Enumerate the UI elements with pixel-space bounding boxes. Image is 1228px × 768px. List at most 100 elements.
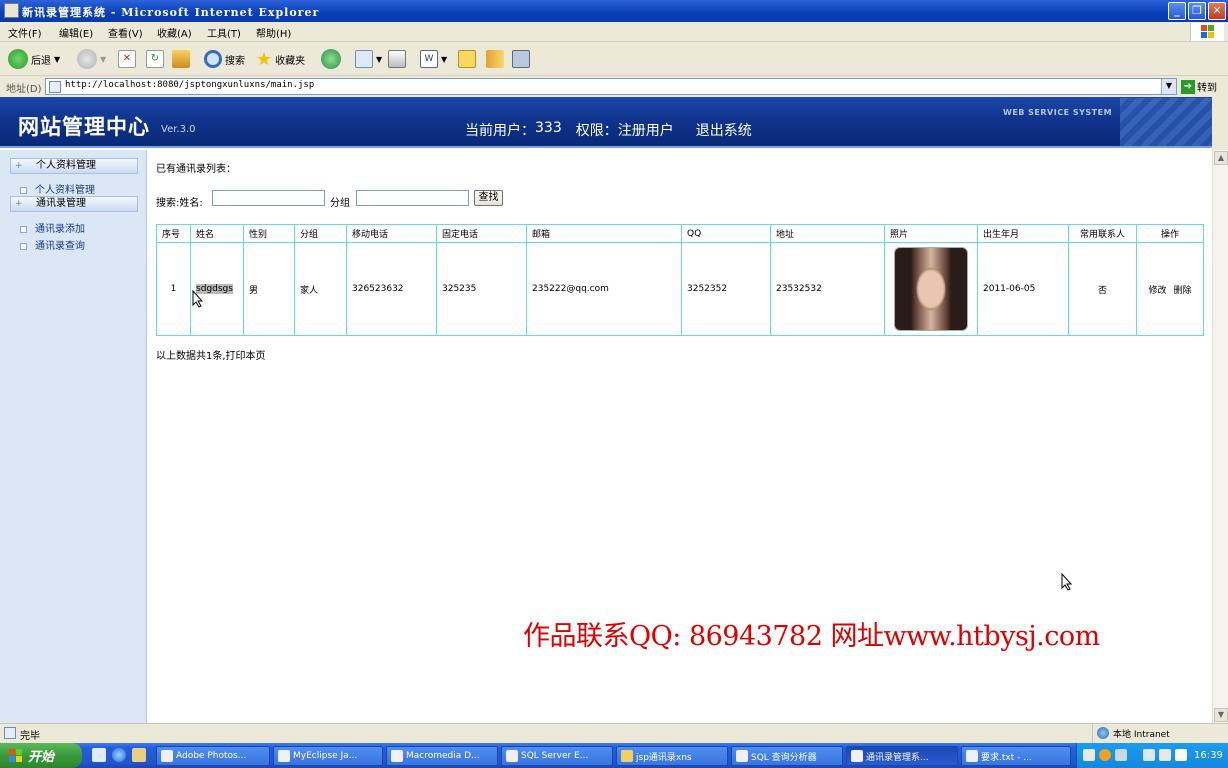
taskbar-item-myeclipse[interactable]: MyEclipse Ja... [273, 746, 383, 766]
scroll-down-icon[interactable]: ▼ [1214, 708, 1228, 722]
print-button[interactable] [388, 49, 406, 69]
zone-panel: 本地 Intranet [1092, 724, 1228, 743]
user-info: 当前用户： 333 权限： 注册用户 退出系统 [465, 120, 752, 140]
mail-dropdown-icon[interactable]: ▼ [376, 55, 382, 64]
permission-label: 权限： [575, 123, 618, 139]
clock[interactable]: 16:39 [1194, 750, 1223, 761]
history-button[interactable] [321, 49, 341, 69]
back-button[interactable]: 后退 ▼ [8, 49, 60, 69]
system-tray: 16:39 [1076, 743, 1228, 768]
volume-icon[interactable] [1159, 749, 1171, 761]
quicklaunch-media-icon[interactable] [132, 748, 146, 762]
app-icon [851, 750, 863, 762]
logout-link[interactable]: 退出系统 [696, 120, 752, 140]
menu-file[interactable]: 文件(F) [8, 25, 42, 40]
task-label: 通讯录管理系... [866, 752, 929, 763]
sidebar-group-contacts[interactable]: + 通讯录管理 [10, 196, 138, 212]
forward-arrow-icon [77, 49, 97, 69]
sidebar-group-label: 个人资料管理 [36, 160, 96, 171]
favorites-button[interactable]: ★ 收藏夹 [256, 49, 305, 70]
windows-logo-icon [1190, 23, 1224, 41]
forward-dropdown-icon[interactable]: ▼ [100, 55, 106, 64]
taskbar-item-macromedia[interactable]: Macromedia D... [386, 746, 498, 766]
refresh-button[interactable]: ↻ [146, 49, 164, 69]
home-button[interactable] [172, 49, 190, 69]
scroll-up-icon[interactable]: ▲ [1214, 151, 1228, 165]
research-button[interactable] [486, 49, 504, 69]
search-name-input[interactable] [212, 190, 325, 206]
minimize-button[interactable]: _ [1168, 2, 1186, 20]
tray-app-icon[interactable] [1115, 749, 1127, 761]
cell-qq: 3252352 [681, 242, 771, 336]
app-icon [506, 750, 518, 762]
close-button[interactable]: ✕ [1208, 2, 1226, 20]
quicklaunch-ie-icon[interactable] [112, 748, 126, 762]
menu-edit[interactable]: 编辑(E) [59, 25, 93, 40]
stop-button[interactable]: ✕ [118, 49, 136, 69]
start-button[interactable]: 开始 [0, 743, 82, 768]
edit-button[interactable]: W ▼ [420, 49, 447, 69]
address-label: 地址(D) [6, 84, 42, 95]
find-button[interactable]: 查找 [474, 190, 503, 206]
address-dropdown-icon[interactable]: ▼ [1161, 79, 1176, 94]
cell-email: 235222@qq.com [526, 242, 682, 336]
taskbar-item-query-analyzer[interactable]: SQL 查询分析器 [731, 746, 843, 766]
forward-button[interactable]: ▼ [77, 49, 106, 69]
app-icon [966, 750, 978, 762]
vertical-scrollbar[interactable]: ▲ ▼ [1212, 150, 1228, 723]
history-icon [321, 49, 341, 69]
home-icon [172, 50, 190, 68]
menu-tools[interactable]: 工具(T) [207, 25, 241, 40]
col-header-frequent: 常用联系人 [1068, 224, 1137, 243]
menu-bar: 文件(F) 编辑(E) 查看(V) 收藏(A) 工具(T) 帮助(H) [0, 22, 1228, 42]
taskbar-item-notepad[interactable]: 要求.txt - ... [961, 746, 1071, 766]
col-header-address: 地址 [770, 224, 885, 243]
window-title: 新讯录管理系统 - Microsoft Internet Explorer [22, 6, 320, 19]
maximize-button[interactable]: ❐ [1188, 2, 1206, 20]
security-icon[interactable] [1175, 749, 1187, 761]
back-dropdown-icon[interactable]: ▼ [54, 55, 60, 64]
network-icon[interactable] [1143, 749, 1155, 761]
print-page-link[interactable]: 打印本页 [226, 351, 266, 362]
table-header-row: 序号 姓名 性别 分组 移动电话 固定电话 邮箱 QQ 地址 照片 出生年月 常… [156, 224, 1204, 243]
keyboard-icon[interactable] [1083, 749, 1095, 761]
zone-text: 本地 Intranet [1113, 730, 1170, 740]
mail-icon [355, 50, 373, 68]
web-service-caption: WEB SERVICE SYSTEM [1003, 108, 1113, 117]
sidebar-item-label: 通讯录添加 [35, 224, 85, 235]
sidebar-item-add-contact[interactable]: 通讯录添加 [20, 220, 85, 235]
taskbar-item-ie[interactable]: 通讯录管理系... [846, 746, 958, 766]
app-icon [161, 750, 173, 762]
col-header-name: 姓名 [190, 224, 244, 243]
menu-view[interactable]: 查看(V) [108, 25, 143, 40]
col-header-birth: 出生年月 [977, 224, 1069, 243]
taskbar-item-folder[interactable]: jsp通讯录xns [616, 746, 728, 766]
back-arrow-icon [8, 49, 28, 69]
cell-mobile: 326523632 [346, 242, 437, 336]
current-user-label: 当前用户： [465, 123, 535, 139]
current-user: 333 [535, 120, 562, 136]
window-title-bar[interactable]: 新讯录管理系统 - Microsoft Internet Explorer _ … [0, 0, 1228, 22]
mail-button[interactable]: ▼ [355, 49, 382, 69]
cell-birth: 2011-06-05 [977, 242, 1069, 336]
search-name-label: 搜索:姓名: [156, 198, 203, 209]
edit-dropdown-icon[interactable]: ▼ [441, 55, 447, 64]
cell-gender: 男 [243, 242, 295, 336]
sidebar-group-profile[interactable]: + 个人资料管理 [10, 158, 138, 174]
search-button[interactable]: 搜索 [204, 49, 245, 69]
discuss-button[interactable] [458, 49, 476, 69]
search-group-input[interactable] [356, 190, 469, 206]
sidebar-item-profile[interactable]: 个人资料管理 [20, 181, 95, 196]
menu-help[interactable]: 帮助(H) [256, 25, 291, 40]
messenger-button[interactable] [512, 49, 530, 69]
menu-favorites[interactable]: 收藏(A) [157, 25, 192, 40]
sidebar-item-query-contact[interactable]: 通讯录查询 [20, 237, 85, 252]
quicklaunch-desktop-icon[interactable] [92, 748, 106, 762]
go-button[interactable]: ➔ 转到 [1181, 78, 1225, 95]
edit-link[interactable]: 修改 [1149, 286, 1167, 296]
sidebar-item-label: 个人资料管理 [35, 185, 95, 196]
taskbar-item-sql-server[interactable]: SQL Server E... [501, 746, 613, 766]
delete-link[interactable]: 删除 [1173, 286, 1191, 296]
tray-app-icon[interactable] [1099, 749, 1111, 761]
taskbar-item-photoshop[interactable]: Adobe Photos... [156, 746, 270, 766]
